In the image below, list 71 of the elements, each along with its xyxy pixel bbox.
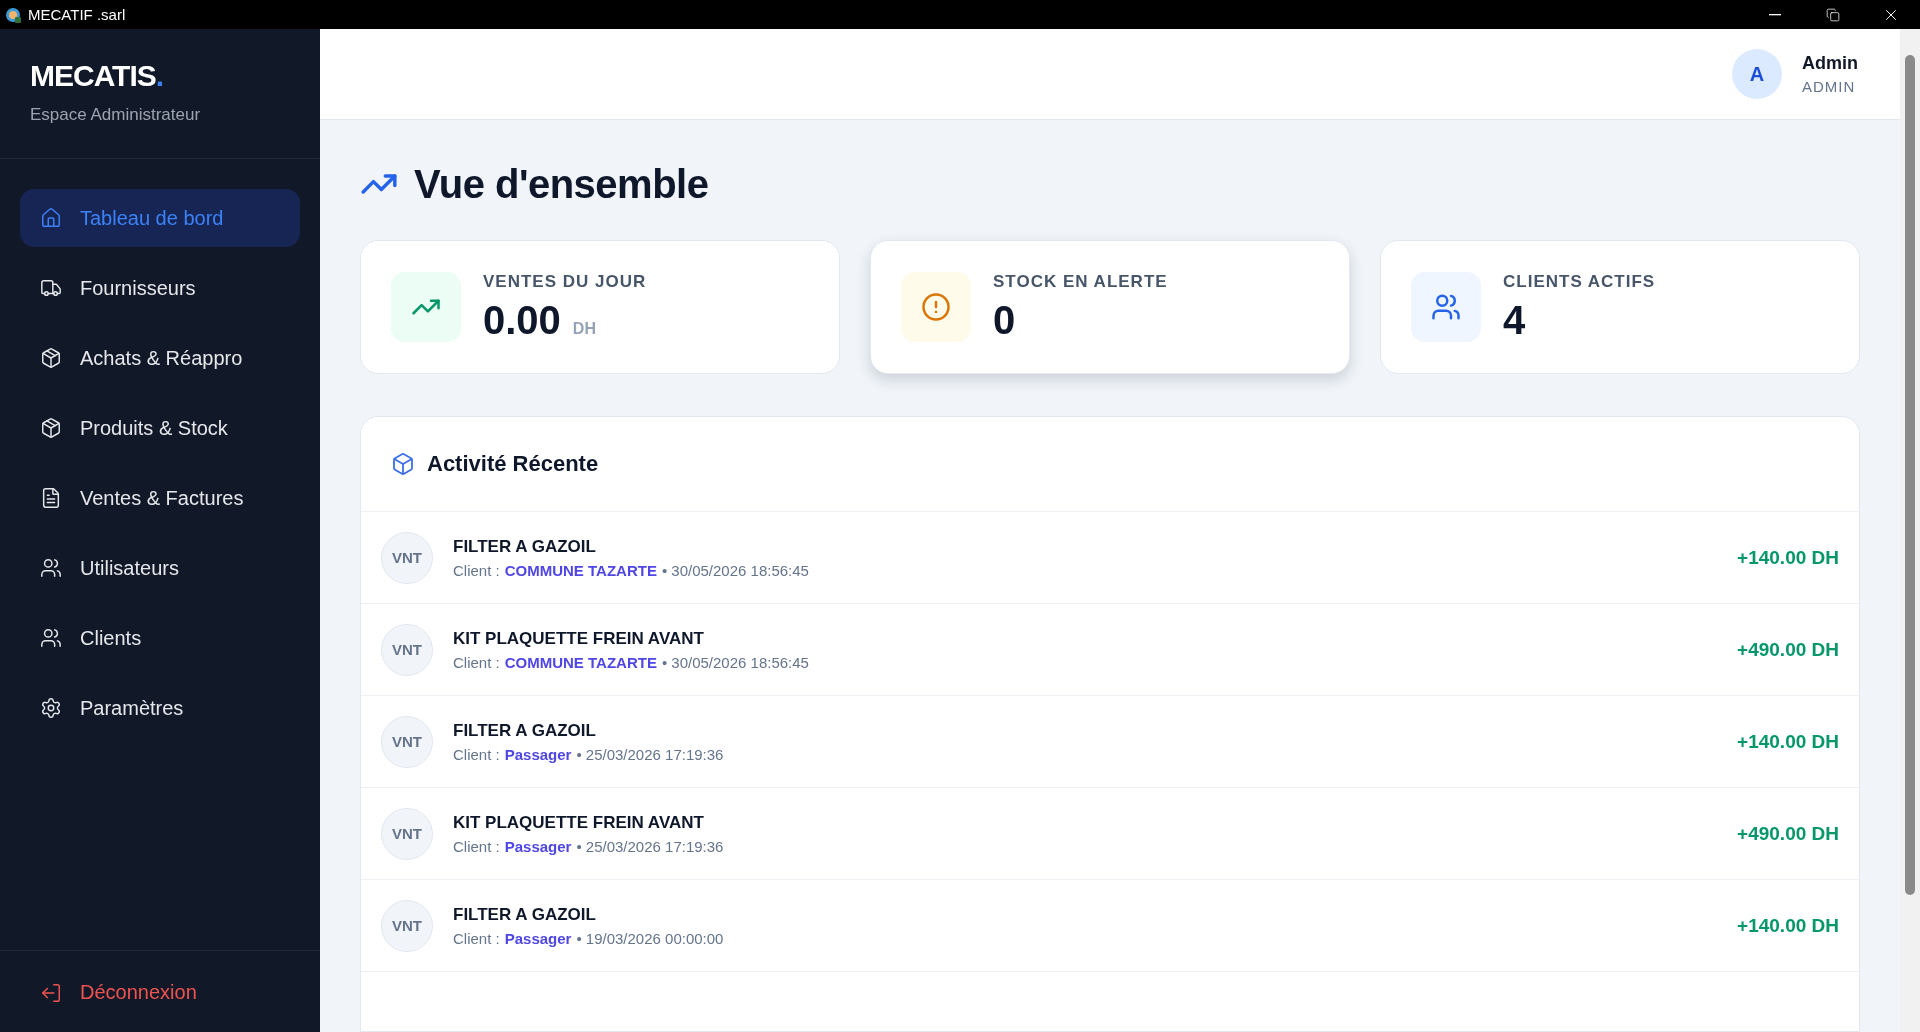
minimize-icon [1769, 13, 1781, 16]
box-icon [40, 347, 62, 369]
users-icon [40, 627, 62, 649]
client-name: Passager [504, 929, 572, 947]
sale-amount: +490.00 DH [1737, 638, 1839, 661]
user-role: ADMIN [1802, 78, 1857, 95]
sale-amount: +490.00 DH [1737, 822, 1839, 845]
product-name: KIT PLAQUETTE FREIN AVANT [453, 628, 705, 649]
nav-item[interactable]: Paramètres [20, 679, 300, 737]
stat-value: 0.00 [483, 297, 561, 343]
nav-item[interactable]: Tableau de bord [20, 189, 300, 247]
scrollbar[interactable] [1900, 29, 1920, 1032]
user-avatar[interactable]: A [1732, 49, 1782, 99]
sale-date: • 25/03/2026 17:19:36 [576, 837, 724, 855]
client-label: Client : [453, 929, 500, 947]
cube-icon [391, 452, 415, 476]
stat-unit: DH [572, 319, 596, 338]
nav-item[interactable]: Clients [20, 609, 300, 667]
client-label: Client : [453, 561, 500, 579]
sale-date: • 30/05/2026 18:56:45 [661, 561, 809, 579]
type-badge: VNT [381, 807, 433, 860]
type-badge: VNT [381, 899, 433, 952]
sale-amount: +140.00 DH [1737, 546, 1839, 569]
product-name: FILTER A GAZOIL [453, 536, 597, 557]
type-badge: VNT [381, 715, 433, 768]
nav-item[interactable]: Ventes & Factures [20, 469, 300, 527]
client-name: COMMUNE TAZARTE [504, 653, 657, 671]
document-icon [40, 487, 62, 509]
type-badge: VNT [381, 623, 433, 676]
sale-amount: +140.00 DH [1737, 914, 1839, 937]
page-title: Vue d'ensemble [414, 161, 709, 207]
window-title: MECATIF .sarl [28, 6, 126, 23]
brand-logo: MECATIS. [30, 59, 165, 93]
stat-value: 4 [1503, 297, 1526, 343]
product-name: KIT PLAQUETTE FREIN AVANT [453, 812, 705, 833]
brand-subtitle: Espace Administrateur [30, 105, 202, 125]
restore-icon [1826, 7, 1840, 22]
settings-icon [40, 697, 62, 719]
product-name: FILTER A GAZOIL [453, 904, 597, 925]
client-label: Client : [453, 653, 500, 671]
home-icon [40, 207, 62, 229]
stat-label: CLIENTS ACTIFS [1503, 271, 1656, 292]
alert-icon [921, 292, 951, 322]
panel-title: Activité Récente [427, 451, 599, 477]
nav-item[interactable]: Achats & Réappro [20, 329, 300, 387]
product-name: FILTER A GAZOIL [453, 720, 597, 741]
client-name: COMMUNE TAZARTE [504, 561, 657, 579]
sale-amount: +140.00 DH [1737, 730, 1839, 753]
client-label: Client : [453, 837, 500, 855]
nav-item[interactable]: Fournisseurs [20, 259, 300, 317]
logout-link[interactable]: Déconnexion [20, 981, 300, 1004]
nav-item[interactable]: Produits & Stock [20, 399, 300, 457]
client-name: Passager [504, 745, 572, 763]
type-badge: VNT [381, 531, 433, 584]
truck-icon [40, 277, 62, 299]
app-icon [4, 5, 22, 24]
client-label: Client : [453, 745, 500, 763]
sale-date: • 25/03/2026 17:19:36 [576, 745, 724, 763]
client-name: Passager [504, 837, 572, 855]
box-icon [40, 417, 62, 439]
stat-value: 0 [993, 297, 1016, 343]
nav-item[interactable]: Utilisateurs [20, 539, 300, 597]
users-icon [40, 557, 62, 579]
sale-date: • 19/03/2026 00:00:00 [576, 929, 724, 947]
users-icon [1431, 292, 1461, 322]
logout-icon [40, 981, 62, 1004]
scroll-thumb[interactable] [1905, 55, 1915, 895]
sale-date: • 30/05/2026 18:56:45 [661, 653, 809, 671]
stat-label: STOCK EN ALERTE [993, 271, 1168, 292]
stat-label: VENTES DU JOUR [483, 271, 647, 292]
user-name: Admin [1802, 53, 1858, 74]
